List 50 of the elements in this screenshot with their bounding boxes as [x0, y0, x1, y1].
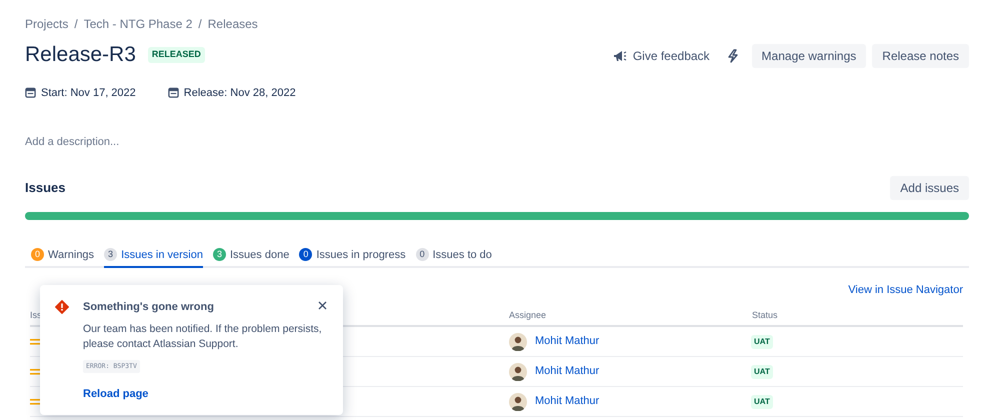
- close-button[interactable]: [316, 299, 328, 311]
- issue-tab[interactable]: 3 Issues done: [213, 246, 290, 268]
- megaphone-icon: [612, 50, 627, 62]
- reload-link[interactable]: Reload page: [83, 388, 148, 400]
- column-header: Assignee: [508, 308, 548, 322]
- header-button[interactable]: Release notes: [872, 44, 969, 68]
- flag-title: Something's gone wrong: [83, 300, 214, 315]
- date-label: Release: Nov 28, 2022: [184, 86, 296, 100]
- lightning-icon: [726, 48, 739, 63]
- count-badge: 0: [31, 248, 44, 262]
- calendar-icon: [168, 87, 179, 98]
- date-label: Start: Nov 17, 2022: [41, 86, 136, 100]
- issue-tab[interactable]: 3 Issues in version: [104, 246, 203, 268]
- count-badge: 3: [213, 248, 226, 262]
- priority-icon: [30, 338, 40, 346]
- avatar-icon: [509, 392, 527, 410]
- priority-icon: [30, 368, 40, 376]
- breadcrumb-separator: /: [198, 16, 202, 33]
- status-lozenge: UAT: [751, 364, 773, 378]
- status-lozenge: UAT: [751, 394, 773, 408]
- add-issues-button[interactable]: Add issues: [890, 176, 969, 200]
- status-lozenge: RELEASED: [148, 47, 205, 62]
- breadcrumb-link[interactable]: Projects: [25, 15, 68, 33]
- breadcrumb-separator: /: [74, 16, 78, 33]
- give-feedback-button[interactable]: Give feedback: [608, 44, 714, 68]
- assignee-link[interactable]: Mohit Mathur: [535, 363, 600, 380]
- assignee-link[interactable]: Mohit Mathur: [535, 393, 600, 410]
- assignee-link[interactable]: Mohit Mathur: [535, 333, 600, 350]
- avatar-icon: [509, 332, 527, 350]
- error-icon: [55, 300, 69, 314]
- issue-tab[interactable]: 0 Issues in progress: [299, 246, 406, 268]
- close-icon: [318, 300, 326, 310]
- issues-heading: Issues: [25, 178, 66, 197]
- column-header: Status: [751, 308, 778, 322]
- count-badge: 3: [104, 248, 118, 262]
- count-badge: 0: [416, 248, 429, 262]
- issue-tab[interactable]: 0 Issues to do: [416, 246, 492, 268]
- issue-navigator-link[interactable]: View in Issue Navigator: [848, 282, 963, 298]
- avatar-icon: [509, 362, 527, 380]
- calendar-icon: [25, 87, 36, 98]
- description-field[interactable]: Add a description...: [25, 134, 969, 150]
- breadcrumb-link[interactable]: Tech - NTG Phase 2: [84, 15, 192, 33]
- header-button[interactable]: Manage warnings: [752, 44, 866, 68]
- priority-icon: [30, 398, 40, 406]
- count-badge: 0: [299, 248, 312, 262]
- issue-tab[interactable]: 0 Warnings: [31, 246, 94, 268]
- breadcrumb-link[interactable]: Releases: [208, 15, 258, 33]
- release-title: Release-R3: [25, 42, 136, 68]
- status-lozenge: UAT: [751, 334, 773, 348]
- flag-message: Our team has been notified. If the problem persists, please contact Atlassian Support.: [83, 322, 323, 352]
